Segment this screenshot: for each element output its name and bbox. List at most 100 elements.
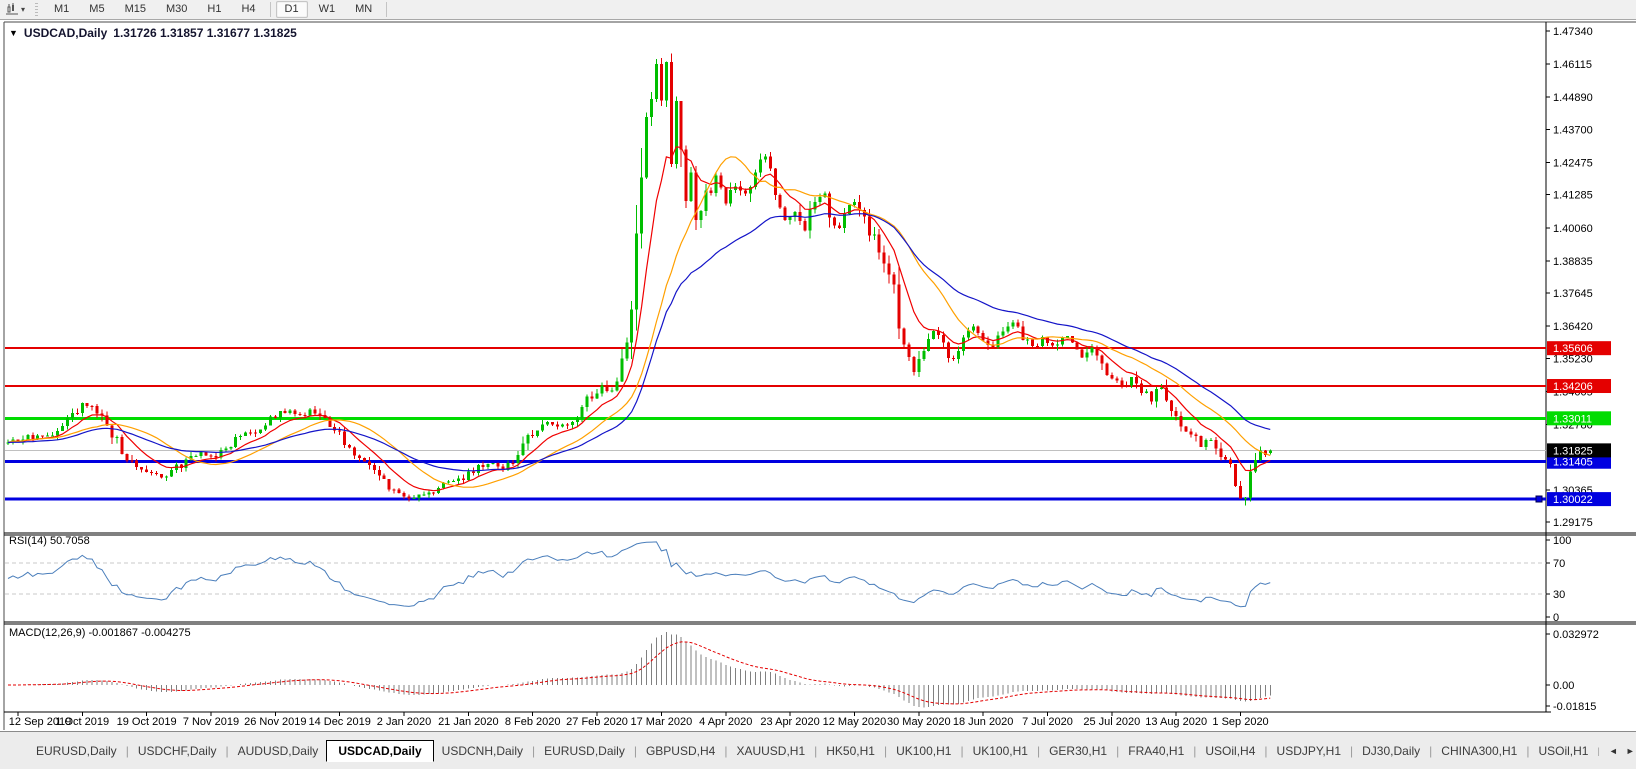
- date-axis: 12 Sep 20191 Oct 2019 19 Oct 2019 7 Nov 20…: [9, 712, 1269, 728]
- svg-text:4 Apr 2020: 4 Apr 2020: [699, 716, 752, 728]
- svg-text:19 Oct 2019: 19 Oct 2019: [117, 716, 177, 728]
- svg-text:2 Jan 2020: 2 Jan 2020: [377, 716, 431, 728]
- tab-separator: |: [1526, 743, 1530, 758]
- price-badge-1.30022: 1.30022: [1547, 492, 1611, 507]
- symbol-tab-ger30-h1[interactable]: GER30,H1: [1041, 741, 1115, 761]
- symbol-tab-usdcad-daily[interactable]: USDCAD,Daily: [326, 739, 434, 762]
- chart-cursor-tool-button[interactable]: ▾: [3, 2, 27, 18]
- svg-text:1.47340: 1.47340: [1553, 26, 1593, 38]
- svg-text:1.35606: 1.35606: [1553, 343, 1593, 355]
- tab-separator: |: [633, 743, 637, 758]
- rsi-line: [7, 541, 1271, 608]
- svg-text:1.40060: 1.40060: [1553, 223, 1593, 235]
- symbol-tab-xauusd-h1[interactable]: XAUUSD,H1: [728, 741, 813, 761]
- chart-ohlc-values: 1.31726 1.31857 1.31677 1.31825: [113, 26, 297, 40]
- tab-scroll-left-icon[interactable]: ◄: [1609, 746, 1618, 756]
- title-marker-icon: ▼: [9, 28, 18, 38]
- svg-text:70: 70: [1553, 558, 1565, 570]
- timeframe-button-mn[interactable]: MN: [346, 1, 381, 18]
- rsi-axis: 100 70 30 0: [1546, 535, 1571, 624]
- price-badge-1.35606: 1.35606: [1547, 341, 1611, 356]
- tab-separator: |: [532, 743, 536, 758]
- symbol-tabs: EURUSD,Daily | USDCHF,Daily | AUDUSD,Daily US…: [28, 739, 1596, 762]
- symbol-tab-fra40-h1[interactable]: FRA40,H1: [1120, 741, 1192, 761]
- symbol-tab-china300-h1[interactable]: CHINA300,H1: [1433, 741, 1525, 761]
- svg-text:1.41285: 1.41285: [1553, 190, 1593, 202]
- top-toolbar: ▾ M1 M5 M15 M30 H1 H4 D1 W1 MN: [0, 0, 1636, 20]
- tab-separator: |: [1036, 743, 1041, 758]
- timeframe-button-m1[interactable]: M1: [45, 1, 78, 18]
- svg-text:1.30022: 1.30022: [1553, 494, 1593, 506]
- svg-text:21 Jan 2020: 21 Jan 2020: [438, 716, 499, 728]
- timeframe-button-w1[interactable]: W1: [310, 1, 345, 18]
- rsi-indicator-label: RSI(14) 50.7058: [9, 535, 90, 547]
- tab-separator: |: [1264, 743, 1268, 758]
- symbol-tab-usdchf-daily[interactable]: USDCHF,Daily: [130, 741, 225, 761]
- toolbar-separator: [386, 2, 388, 17]
- symbol-tab-audusd-daily[interactable]: AUDUSD,Daily: [230, 741, 327, 761]
- timeframe-button-d1[interactable]: D1: [275, 1, 308, 18]
- chevron-down-icon: ▾: [21, 5, 26, 14]
- chart-title: ▼ USDCAD,Daily 1.31726 1.31857 1.31677 1…: [9, 26, 297, 40]
- timeframe-button-h4[interactable]: H4: [232, 1, 264, 18]
- svg-text:1 Oct 2019: 1 Oct 2019: [55, 716, 109, 728]
- symbol-tab-uk100-h1[interactable]: UK100,H1: [965, 741, 1036, 761]
- svg-text:0.032972: 0.032972: [1553, 629, 1599, 641]
- svg-text:12 May 2020: 12 May 2020: [823, 716, 887, 728]
- tab-separator: |: [1116, 743, 1120, 758]
- timeframe-button-m30[interactable]: M30: [157, 1, 196, 18]
- symbol-tab-eurusd-daily[interactable]: EURUSD,Daily: [536, 741, 633, 761]
- tab-separator: |: [1429, 743, 1433, 758]
- svg-text:30 May 2020: 30 May 2020: [887, 716, 951, 728]
- timeframe-button-h1[interactable]: H1: [198, 1, 230, 18]
- toolbar-grip-handle[interactable]: [35, 3, 39, 16]
- candlestick-series: [6, 53, 1272, 506]
- chart-canvas[interactable]: 1.47340 1.46115 1.44890 1.43700 1.42475 1.412…: [0, 19, 1636, 731]
- svg-text:1.36420: 1.36420: [1553, 321, 1593, 333]
- symbol-tab-hk50-h1[interactable]: HK50,H1: [818, 741, 883, 761]
- ma-fast-line: [7, 146, 1271, 492]
- tab-separator: |: [814, 743, 818, 758]
- price-badge-1.31825: 1.31825: [1547, 443, 1611, 458]
- macd-axis: 0.032972 0.00 -0.01815: [1546, 629, 1599, 713]
- svg-text:8 Feb 2020: 8 Feb 2020: [505, 716, 561, 728]
- svg-text:1.44890: 1.44890: [1553, 92, 1593, 104]
- symbol-tab-usdcnh-daily[interactable]: USDCNH,Daily: [434, 741, 531, 761]
- symbol-tab-usdjpy-h1[interactable]: USDJPY,H1: [1269, 741, 1349, 761]
- symbol-tab-dj30-daily[interactable]: DJ30,Daily: [1354, 741, 1428, 761]
- symbol-tab-usoil-h1[interactable]: USOil,H1: [1530, 741, 1596, 761]
- timeframe-buttons: M1 M5 M15 M30 H1 H4 D1 W1 MN: [44, 1, 391, 18]
- svg-text:23 Apr 2020: 23 Apr 2020: [760, 716, 819, 728]
- svg-text:100: 100: [1553, 535, 1571, 547]
- macd-signal-line: [8, 641, 1271, 705]
- tab-separator: |: [960, 743, 964, 758]
- svg-text:1.34206: 1.34206: [1553, 381, 1593, 393]
- svg-text:0.00: 0.00: [1553, 680, 1574, 692]
- svg-text:7 Nov 2019: 7 Nov 2019: [183, 716, 239, 728]
- symbol-tab-usoil-h4[interactable]: USOil,H4: [1197, 741, 1263, 761]
- ma-slow-line: [7, 213, 1271, 472]
- tab-separator: |: [125, 743, 129, 758]
- level-line-handle[interactable]: [1535, 495, 1543, 503]
- symbol-tab-bar: EURUSD,Daily | USDCHF,Daily | AUDUSD,Daily US…: [0, 731, 1636, 769]
- tab-scroll-nav: | ◄ ►: [1596, 746, 1634, 756]
- timeframe-button-m5[interactable]: M5: [80, 1, 113, 18]
- svg-text:-0.01815: -0.01815: [1553, 701, 1596, 713]
- svg-text:1.31825: 1.31825: [1553, 445, 1593, 457]
- svg-text:1.42475: 1.42475: [1553, 158, 1593, 170]
- svg-text:25 Jul 2020: 25 Jul 2020: [1083, 716, 1140, 728]
- timeframe-button-m15[interactable]: M15: [116, 1, 155, 18]
- symbol-tab-gbpusd-h4[interactable]: GBPUSD,H4: [638, 741, 723, 761]
- panel-borders: [3, 21, 1636, 730]
- svg-text:1.37645: 1.37645: [1553, 288, 1593, 300]
- svg-text:17 Mar 2020: 17 Mar 2020: [631, 716, 693, 728]
- tab-separator: |: [225, 743, 229, 758]
- symbol-tab-eurusd-daily[interactable]: EURUSD,Daily: [28, 741, 125, 761]
- symbol-tab-uk100-h1[interactable]: UK100,H1: [888, 741, 959, 761]
- macd-indicator-label: MACD(12,26,9) -0.001867 -0.004275: [9, 627, 191, 639]
- tab-separator: |: [1597, 745, 1600, 756]
- svg-text:26 Nov 2019: 26 Nov 2019: [244, 716, 306, 728]
- svg-text:1.31405: 1.31405: [1553, 457, 1593, 469]
- horizontal-level-lines[interactable]: [5, 347, 1546, 503]
- tab-scroll-right-icon[interactable]: ►: [1626, 746, 1635, 756]
